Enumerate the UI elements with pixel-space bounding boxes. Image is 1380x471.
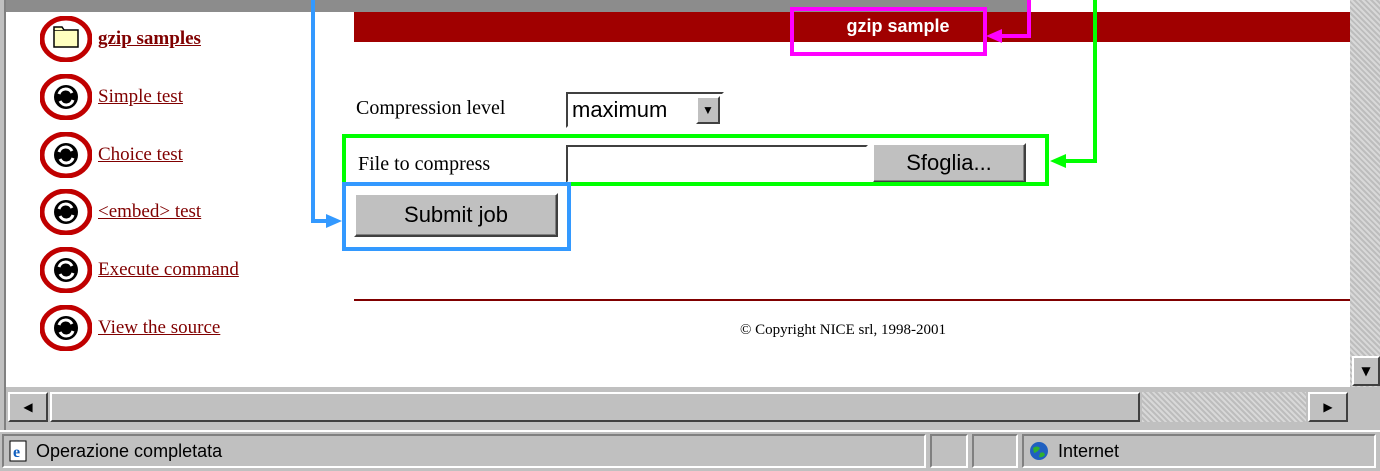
nav-link-view-source[interactable]: View the source — [98, 317, 220, 339]
horizontal-scroll-track[interactable] — [1142, 392, 1306, 422]
nav-link-simple-test[interactable]: Simple test — [98, 86, 183, 108]
refresh-icon — [40, 74, 92, 120]
annotation-box-file — [342, 134, 1049, 186]
nav-link-execute-command[interactable]: Execute command — [98, 259, 239, 281]
annotation-arrow-title-icon — [986, 29, 1002, 43]
scroll-down-button[interactable]: ▼ — [1352, 356, 1380, 386]
window-left-border — [0, 0, 6, 430]
status-panel-secure — [972, 434, 1018, 468]
dropdown-arrow-icon[interactable]: ▼ — [696, 96, 720, 124]
annotation-line-title-horizontal — [998, 34, 1030, 38]
nav-item-view-source[interactable]: View the source — [40, 305, 220, 351]
status-panel-main: e Operazione completata — [2, 434, 926, 468]
scrollbar-corner — [1350, 387, 1380, 430]
annotation-arrow-submit-icon — [326, 214, 342, 228]
refresh-icon — [40, 305, 92, 351]
scroll-left-button[interactable]: ◀ — [8, 392, 48, 422]
status-panel-zone: Internet — [1022, 434, 1376, 468]
compression-level-label: Compression level — [356, 97, 506, 119]
nav-item-simple-test[interactable]: Simple test — [40, 74, 183, 120]
compression-level-value: maximum — [572, 97, 668, 122]
nav-item-gzip-samples[interactable]: gzip samples — [40, 16, 201, 62]
globe-icon — [1030, 442, 1048, 460]
annotation-line-title-vertical — [1027, 0, 1031, 38]
status-panel-progress — [930, 434, 968, 468]
annotation-arrow-file-icon — [1050, 154, 1066, 168]
refresh-icon — [40, 247, 92, 293]
annotation-line-file-horizontal — [1064, 159, 1097, 163]
status-text: Operazione completata — [36, 440, 223, 461]
nav-item-embed-test[interactable]: <embed> test — [40, 189, 201, 235]
annotation-box-title — [790, 7, 987, 56]
scroll-right-button[interactable]: ▶ — [1308, 392, 1348, 422]
folder-icon — [40, 16, 92, 62]
zone-text: Internet — [1058, 440, 1120, 461]
scroll-down-arrow-icon: ▼ — [1361, 364, 1371, 378]
nav-item-execute-command[interactable]: Execute command — [40, 247, 239, 293]
copyright-text: © Copyright NICE srl, 1998-2001 — [740, 322, 946, 338]
refresh-icon — [40, 132, 92, 178]
nav-link-choice-test[interactable]: Choice test — [98, 144, 183, 166]
ie-page-icon: e — [9, 440, 27, 462]
annotation-line-submit-vertical — [311, 0, 315, 223]
refresh-icon — [40, 189, 92, 235]
nav-link-embed-test[interactable]: <embed> test — [98, 201, 201, 223]
horizontal-scroll-thumb[interactable] — [50, 392, 1140, 422]
nav-link-gzip-samples[interactable]: gzip samples — [98, 28, 201, 50]
compression-level-select[interactable]: maximum ▼ — [566, 92, 724, 128]
annotation-box-submit — [342, 182, 571, 251]
nav-item-choice-test[interactable]: Choice test — [40, 132, 183, 178]
annotation-line-file-vertical — [1093, 0, 1097, 163]
svg-text:e: e — [13, 444, 20, 461]
footer-divider — [354, 299, 1350, 301]
scroll-right-arrow-icon: ▶ — [1323, 400, 1333, 414]
scroll-left-arrow-icon: ◀ — [23, 400, 33, 414]
